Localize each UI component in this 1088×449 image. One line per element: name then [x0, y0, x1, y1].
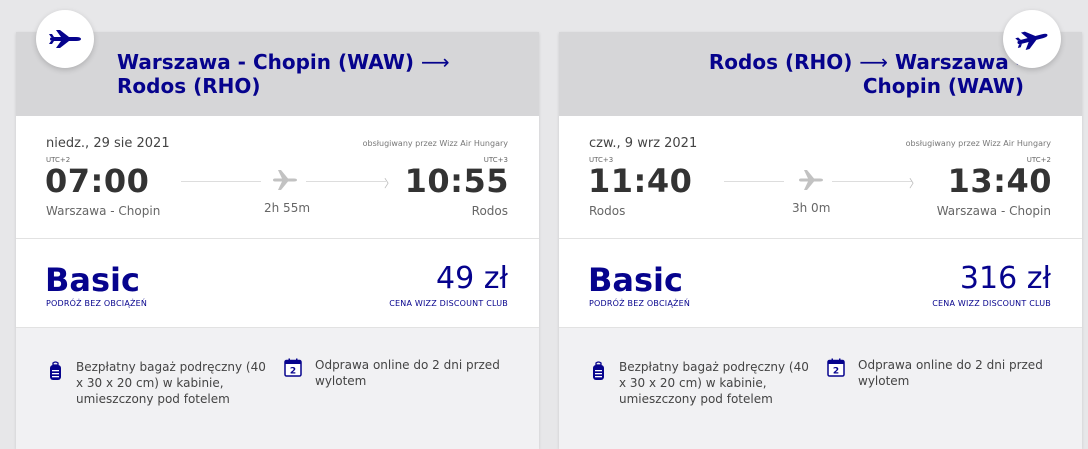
fare-benefits: Bezpłatny bagaż podręczny (40 x 30 x 20 …: [16, 328, 539, 449]
price-note: CENA WIZZ DISCOUNT CLUB: [932, 299, 1051, 308]
fare-option[interactable]: Basic PODRÓŻ BEZ OBCIĄŻEŃ 316 zł CENA WI…: [559, 239, 1082, 328]
arrival-city: Warszawa - Chopin: [936, 204, 1051, 218]
price-note: CENA WIZZ DISCOUNT CLUB: [389, 299, 508, 308]
flight-details: niedz., 29 sie 2021 obsługiwany przez Wi…: [16, 116, 539, 239]
departure-city: Rodos: [589, 204, 626, 218]
fare-price: 316 zł: [959, 261, 1051, 296]
route-arrow-icon: ⟶: [859, 50, 889, 74]
flight-date: czw., 9 wrz 2021: [589, 136, 698, 151]
arrival-time: 13:40: [947, 162, 1052, 200]
route-title: Rodos (RHO) ⟶ Warszawa - Chopin (WAW): [624, 50, 1024, 98]
backpack-icon: [49, 361, 62, 385]
fare-price: 49 zł: [436, 261, 508, 296]
chevron-right-icon: 〉: [384, 177, 395, 190]
chevron-right-icon: 〉: [909, 177, 920, 190]
timeline-divider: [306, 181, 386, 182]
airplane-icon: [272, 169, 298, 195]
departure-time: 11:40: [588, 162, 693, 200]
operator-label: obsługiwany przez Wizz Air Hungary: [905, 139, 1051, 148]
route-title: Warszawa - Chopin (WAW) ⟶ Rodos (RHO): [117, 50, 517, 98]
fare-name: Basic: [45, 261, 140, 299]
route-origin: Warszawa - Chopin (WAW): [117, 50, 415, 74]
fare-subtitle: PODRÓŻ BEZ OBCIĄŻEŃ: [46, 299, 148, 308]
cabin-bag-benefit: Bezpłatny bagaż podręczny (40 x 30 x 20 …: [619, 360, 809, 406]
route-destination: Rodos (RHO): [117, 74, 261, 98]
airplane-icon: [798, 169, 824, 195]
departure-city: Warszawa - Chopin: [46, 204, 161, 218]
flight-date: niedz., 29 sie 2021: [46, 136, 170, 151]
timeline-divider: [181, 181, 261, 182]
outbound-flight-card[interactable]: Warszawa - Chopin (WAW) ⟶ Rodos (RHO) ni…: [16, 10, 539, 449]
outbound-airplane-icon: [36, 10, 94, 68]
fare-subtitle: PODRÓŻ BEZ OBCIĄŻEŃ: [589, 299, 691, 308]
online-checkin-benefit: Odprawa online do 2 dni przed wylotem: [315, 358, 500, 388]
return-airplane-icon: [1003, 10, 1061, 68]
calendar-icon: 2: [827, 358, 845, 377]
svg-text:2: 2: [290, 367, 296, 377]
fare-name: Basic: [588, 261, 683, 299]
route-arrow-icon: ⟶: [421, 50, 450, 74]
timeline-divider: [832, 181, 912, 182]
cabin-bag-benefit: Bezpłatny bagaż podręczny (40 x 30 x 20 …: [76, 360, 266, 406]
arrival-city: Rodos: [471, 204, 508, 218]
calendar-icon: 2: [284, 358, 302, 377]
backpack-icon: [592, 361, 605, 385]
route-destination: Warszawa - Chopin (WAW): [862, 50, 1024, 98]
arrival-time: 10:55: [404, 162, 509, 200]
fare-option[interactable]: Basic PODRÓŻ BEZ OBCIĄŻEŃ 49 zł CENA WIZ…: [16, 239, 539, 328]
timeline-divider: [724, 181, 784, 182]
return-flight-card[interactable]: Rodos (RHO) ⟶ Warszawa - Chopin (WAW) cz…: [559, 10, 1082, 449]
flight-details: czw., 9 wrz 2021 obsługiwany przez Wizz …: [559, 116, 1082, 239]
departure-time: 07:00: [45, 162, 150, 200]
flight-duration: 2h 55m: [264, 201, 311, 215]
flight-duration: 3h 0m: [792, 201, 831, 215]
route-origin: Rodos (RHO): [708, 50, 853, 74]
fare-benefits: Bezpłatny bagaż podręczny (40 x 30 x 20 …: [559, 328, 1082, 449]
online-checkin-benefit: Odprawa online do 2 dni przed wylotem: [858, 358, 1043, 388]
svg-text:2: 2: [833, 367, 839, 377]
card-header: Warszawa - Chopin (WAW) ⟶ Rodos (RHO): [16, 32, 539, 116]
operator-label: obsługiwany przez Wizz Air Hungary: [362, 139, 508, 148]
